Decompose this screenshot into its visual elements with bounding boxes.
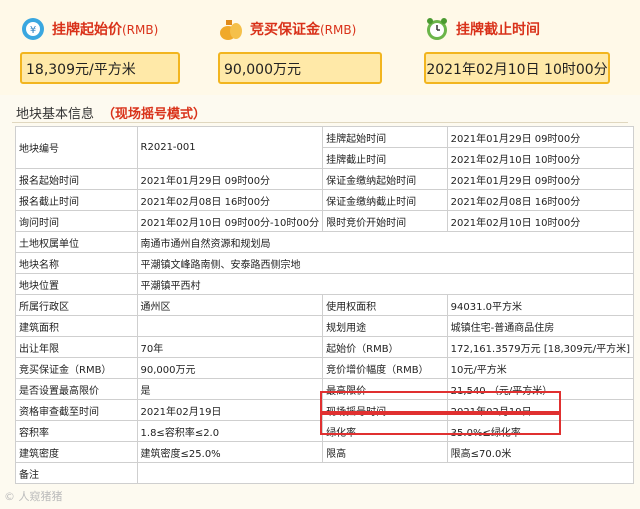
deposit-start-label: 保证金缴纳起始时间 [322, 168, 448, 190]
listing-end-value: 2021年02月10日 10时00分 [446, 147, 635, 169]
registration-end-label: 报名截止时间 [15, 189, 138, 211]
starting-price-value: 18,309元/平方米 [20, 52, 180, 84]
parcel-id-value: R2021-001 [136, 126, 324, 169]
table-row: 地块位置 平潮镇平西村 [15, 273, 635, 295]
price-tag-icon: ¥ [20, 16, 46, 42]
starting-price-label: 挂牌起始价 [52, 22, 122, 38]
green-ratio-value: 35.0%≤绿化率 [446, 420, 635, 442]
deposit-end-label: 保证金缴纳截止时间 [322, 189, 448, 211]
table-row: 地块名称 平潮镇文峰路南侧、安泰路西侧宗地 [15, 252, 635, 274]
building-area-value [136, 315, 324, 337]
starting-price-unit: (RMB) [122, 23, 159, 37]
starting-price-card: ¥ 挂牌起始价(RMB) 18,309元/平方米 [20, 8, 180, 88]
parcel-info-table: 地块编号 R2021-001 挂牌起始时间 2021年01月29日 09时00分… [15, 126, 635, 484]
price-cap-set-value: 是 [136, 378, 324, 400]
table-row: 出让年限 70年 起始价（RMB） 172,161.3579万元 [18,309… [15, 336, 635, 358]
parcel-location-value: 平潮镇平西村 [136, 273, 635, 295]
bid-deposit-label: 竞买保证金（RMB） [15, 357, 138, 379]
deposit-start-value: 2021年01月29日 09时00分 [446, 168, 635, 190]
lottery-time-value: 2021年02月19日 [446, 399, 635, 421]
deadline-value: 2021年02月10日 10时00分 [424, 52, 610, 84]
lease-term-label: 出让年限 [15, 336, 138, 358]
registration-start-value: 2021年01月29日 09时00分 [136, 168, 324, 190]
parcel-id-label: 地块编号 [15, 126, 138, 169]
auction-mode: （现场摇号模式） [102, 107, 207, 122]
bidding-start-value: 2021年02月10日 10时00分 [446, 210, 635, 232]
bid-increment-label: 竞价增价幅度（RMB） [322, 357, 448, 379]
planned-use-label: 规划用途 [322, 315, 448, 337]
land-area-value: 94031.0平方米 [446, 294, 635, 316]
land-owner-value: 南通市通州自然资源和规划局 [136, 231, 635, 253]
height-limit-value: 限高≤70.0米 [446, 441, 635, 463]
start-price-value: 172,161.3579万元 [18,309元/平方米] [446, 336, 635, 358]
inquiry-time-value: 2021年02月10日 09时00分-10时00分 [136, 210, 324, 232]
deadline-card: 挂牌截止时间 2021年02月10日 10时00分 [424, 8, 610, 88]
price-cap-value: 21,540 （元/平方米） [446, 378, 635, 400]
table-row: 土地权属单位 南通市通州自然资源和规划局 [15, 231, 635, 253]
qualification-deadline-value: 2021年02月19日 [136, 399, 324, 421]
bid-deposit-value: 90,000万元 [136, 357, 324, 379]
table-row: 询问时间 2021年02月10日 09时00分-10时00分 限时竞价开始时间 … [15, 210, 635, 232]
listing-end-label: 挂牌截止时间 [322, 147, 448, 169]
deposit-label: 竞买保证金 [250, 22, 320, 38]
bid-increment-value: 10元/平方米 [446, 357, 635, 379]
listing-start-label: 挂牌起始时间 [322, 126, 448, 148]
building-density-label: 建筑密度 [15, 441, 138, 463]
inquiry-time-label: 询问时间 [15, 210, 138, 232]
table-row: 竞买保证金（RMB） 90,000万元 竞价增价幅度（RMB） 10元/平方米 [15, 357, 635, 379]
table-row: 所属行政区 通州区 使用权面积 94031.0平方米 [15, 294, 635, 316]
bidding-start-label: 限时竞价开始时间 [322, 210, 448, 232]
registration-end-value: 2021年02月08日 16时00分 [136, 189, 324, 211]
table-row: 报名截止时间 2021年02月08日 16时00分 保证金缴纳截止时间 2021… [15, 189, 635, 211]
price-cap-label: 最高限价 [322, 378, 448, 400]
plot-ratio-value: 1.8≤容积率≤2.0 [136, 420, 324, 442]
district-label: 所属行政区 [15, 294, 138, 316]
building-area-label: 建筑面积 [15, 315, 138, 337]
svg-text:¥: ¥ [30, 25, 36, 36]
lease-term-value: 70年 [136, 336, 324, 358]
section-title: 地块基本信息 [16, 107, 95, 122]
remarks-label: 备注 [15, 462, 138, 484]
summary-bar: ¥ 挂牌起始价(RMB) 18,309元/平方米 竞买保证金(RMB) 90,0… [0, 0, 640, 95]
building-density-value: 建筑密度≤25.0% [136, 441, 324, 463]
parcel-name-label: 地块名称 [15, 252, 138, 274]
table-row: 备注 [15, 462, 635, 484]
deposit-card: 竞买保证金(RMB) 90,000万元 [218, 8, 382, 88]
qualification-deadline-label: 资格审查截至时间 [15, 399, 138, 421]
table-row: 地块编号 R2021-001 挂牌起始时间 2021年01月29日 09时00分 [15, 126, 635, 169]
parcel-name-value: 平潮镇文峰路南侧、安泰路西侧宗地 [136, 252, 635, 274]
table-row: 报名起始时间 2021年01月29日 09时00分 保证金缴纳起始时间 2021… [15, 168, 635, 190]
remarks-value [136, 462, 635, 484]
start-price-label: 起始价（RMB） [322, 336, 448, 358]
lottery-time-label: 现场摇号时间 [322, 399, 448, 421]
deadline-label: 挂牌截止时间 [456, 22, 540, 38]
table-row: 容积率 1.8≤容积率≤2.0 绿化率 35.0%≤绿化率 [15, 420, 635, 442]
deposit-value: 90,000万元 [218, 52, 382, 84]
section-header: 地块基本信息 （现场摇号模式） [16, 103, 206, 122]
green-ratio-label: 绿化率 [322, 420, 448, 442]
land-area-label: 使用权面积 [322, 294, 448, 316]
table-row: 建筑面积 规划用途 城镇住宅-普通商品住房 [15, 315, 635, 337]
plot-ratio-label: 容积率 [15, 420, 138, 442]
money-bag-icon [218, 16, 244, 42]
land-owner-label: 土地权属单位 [15, 231, 138, 253]
alarm-clock-icon [424, 16, 450, 42]
listing-start-value: 2021年01月29日 09时00分 [446, 126, 635, 148]
parcel-location-label: 地块位置 [15, 273, 138, 295]
price-cap-set-label: 是否设置最高限价 [15, 378, 138, 400]
planned-use-value: 城镇住宅-普通商品住房 [446, 315, 635, 337]
watermark: © 人窥猪猪 [4, 490, 63, 503]
table-row: 建筑密度 建筑密度≤25.0% 限高 限高≤70.0米 [15, 441, 635, 463]
table-row: 资格审查截至时间 2021年02月19日 现场摇号时间 2021年02月19日 [15, 399, 635, 421]
section-divider [12, 122, 628, 123]
district-value: 通州区 [136, 294, 324, 316]
registration-start-label: 报名起始时间 [15, 168, 138, 190]
deposit-unit: (RMB) [320, 23, 357, 37]
deposit-end-value: 2021年02月08日 16时00分 [446, 189, 635, 211]
table-row: 是否设置最高限价 是 最高限价 21,540 （元/平方米） [15, 378, 635, 400]
height-limit-label: 限高 [322, 441, 448, 463]
